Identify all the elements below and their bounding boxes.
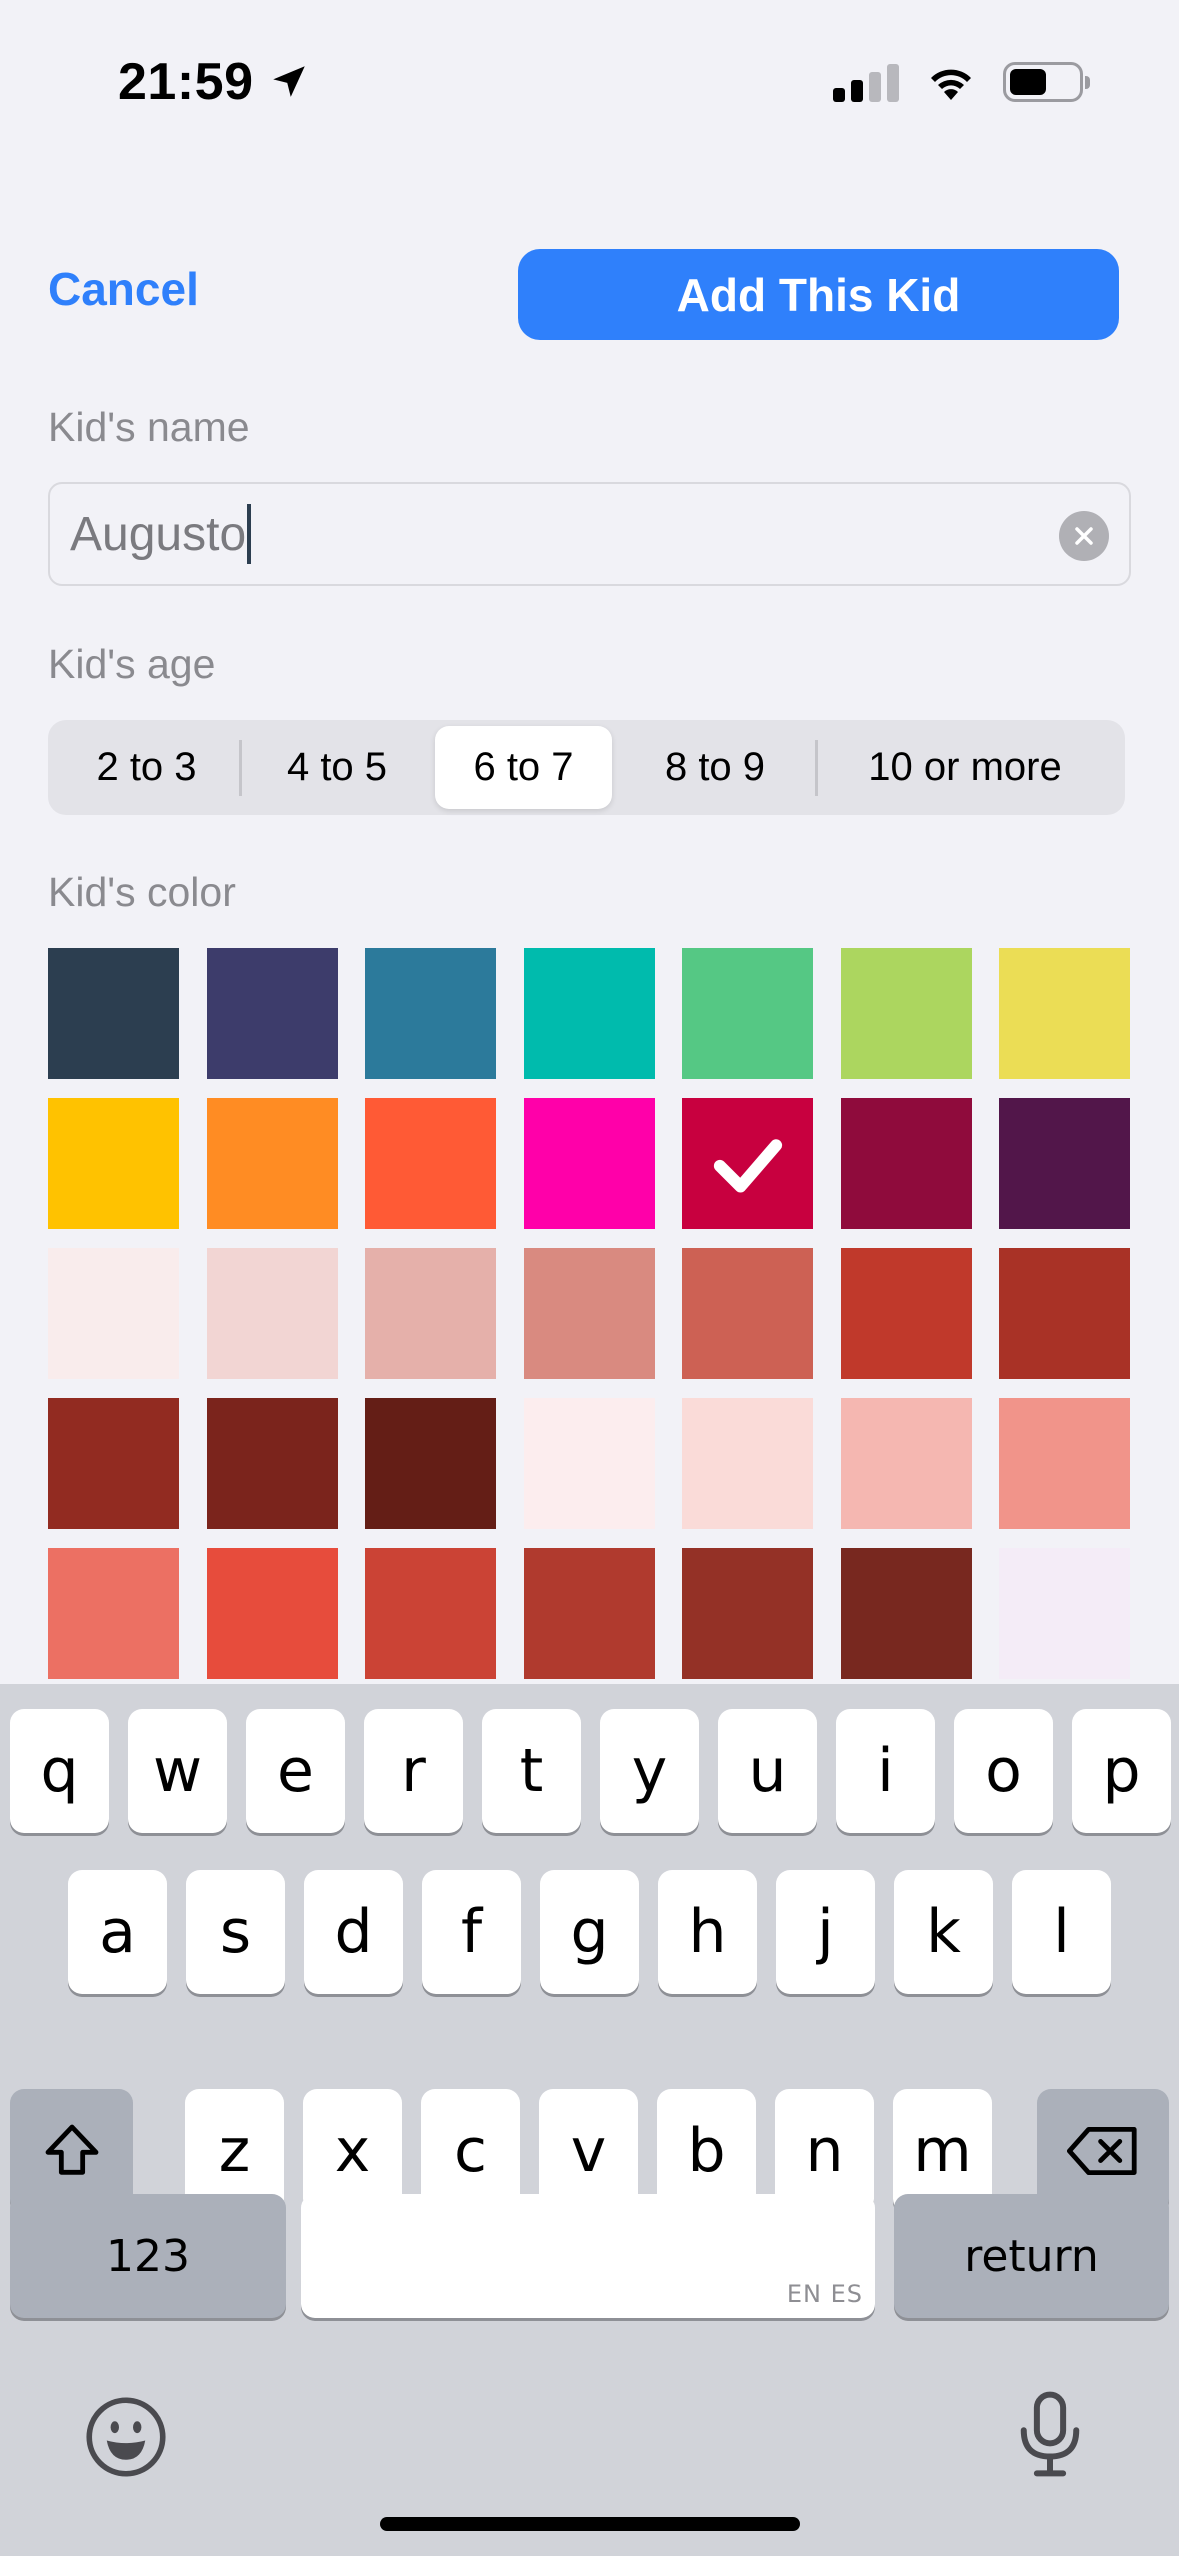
color-swatch[interactable] [365,1098,496,1229]
key-w[interactable]: w [128,1709,227,1833]
key-r[interactable]: r [364,1709,463,1833]
color-swatch[interactable] [523,1098,655,1229]
age-segmented-control: 2 to 3 4 to 5 6 to 7 8 to 9 10 or more [48,720,1125,815]
key-t[interactable]: t [482,1709,581,1833]
color-swatch[interactable] [206,1098,338,1229]
clear-text-button[interactable] [1059,511,1109,561]
time-text: 21:59 [118,53,254,111]
age-option-4-5[interactable]: 4 to 5 [242,726,432,809]
color-swatch[interactable] [206,948,338,1079]
color-swatch[interactable] [523,1548,655,1679]
color-swatch[interactable] [48,1098,179,1229]
color-swatch[interactable] [365,1398,496,1529]
text-caret [247,504,252,564]
numbers-key[interactable]: 123 [10,2194,286,2318]
color-swatch[interactable] [523,1248,655,1379]
color-swatch[interactable] [206,1248,338,1379]
color-swatch[interactable] [999,1398,1130,1529]
color-swatch[interactable] [523,1398,655,1529]
color-label: Kid's color [48,869,236,915]
age-option-8-9[interactable]: 8 to 9 [615,726,815,809]
add-kid-button[interactable]: Add This Kid [518,249,1119,340]
color-swatch[interactable] [48,948,179,1079]
language-indicator: EN ES [786,2280,863,2308]
checkmark-icon [713,1138,782,1192]
key-k[interactable]: k [894,1870,993,1994]
key-u[interactable]: u [718,1709,817,1833]
color-swatch[interactable] [48,1398,179,1529]
key-i[interactable]: i [836,1709,935,1833]
key-s[interactable]: s [186,1870,285,1994]
color-swatch[interactable] [682,948,813,1079]
name-label: Kid's name [48,404,250,450]
color-swatch[interactable] [365,1548,496,1679]
name-value: Augusto [70,507,247,561]
color-swatch[interactable] [206,1398,338,1529]
color-swatch[interactable] [840,948,972,1079]
location-arrow-icon [272,66,305,97]
color-swatch[interactable] [682,1548,813,1679]
color-swatch[interactable] [682,1398,813,1529]
keyboard: qwertyuiop asdfghjkl zxcvbnm 123 EN ES r… [0,1684,1179,2556]
name-input[interactable]: Augusto [48,482,1131,586]
close-icon [1075,527,1093,545]
status-time: 21:59 [118,52,310,112]
color-swatch[interactable] [999,1098,1130,1229]
key-j[interactable]: j [776,1870,875,1994]
key-p[interactable]: p [1072,1709,1171,1833]
wifi-icon [931,69,971,100]
emoji-icon[interactable] [84,2395,168,2479]
color-swatch[interactable] [840,1548,972,1679]
color-swatch[interactable] [523,948,655,1079]
key-o[interactable]: o [954,1709,1053,1833]
age-option-2-3[interactable]: 2 to 3 [54,726,239,809]
color-swatch[interactable] [682,1098,813,1229]
return-key-label: return [964,2230,1099,2282]
status-indicators [833,62,1090,102]
cancel-button[interactable]: Cancel [48,262,199,316]
color-swatch[interactable] [840,1098,972,1229]
key-q[interactable]: q [10,1709,109,1833]
color-swatch[interactable] [365,1248,496,1379]
color-swatch[interactable] [840,1248,972,1379]
key-y[interactable]: y [600,1709,699,1833]
color-swatch[interactable] [682,1248,813,1379]
key-e[interactable]: e [246,1709,345,1833]
key-g[interactable]: g [540,1870,639,1994]
return-key[interactable]: return [894,2194,1169,2318]
key-a[interactable]: a [68,1870,167,1994]
key-f[interactable]: f [422,1870,521,1994]
color-swatch[interactable] [999,1248,1130,1379]
home-indicator [380,2517,800,2531]
key-l[interactable]: l [1012,1870,1111,1994]
color-swatch[interactable] [999,948,1130,1079]
backspace-icon [1067,2127,1137,2175]
age-label: Kid's age [48,641,216,687]
color-swatch[interactable] [206,1548,338,1679]
age-option-6-7[interactable]: 6 to 7 [435,726,612,809]
color-swatch[interactable] [840,1398,972,1529]
numbers-key-label: 123 [106,2230,190,2282]
key-h[interactable]: h [658,1870,757,1994]
key-d[interactable]: d [304,1870,403,1994]
color-swatch[interactable] [999,1548,1130,1679]
age-option-10-plus[interactable]: 10 or more [818,726,1112,809]
space-key[interactable]: EN ES [301,2194,875,2318]
color-swatch[interactable] [48,1548,179,1679]
cellular-signal-icon [833,62,899,102]
microphone-icon[interactable] [1012,2389,1088,2479]
color-swatch[interactable] [48,1248,179,1379]
shift-icon [45,2124,98,2175]
color-swatch[interactable] [365,948,496,1079]
battery-icon [1003,62,1090,102]
